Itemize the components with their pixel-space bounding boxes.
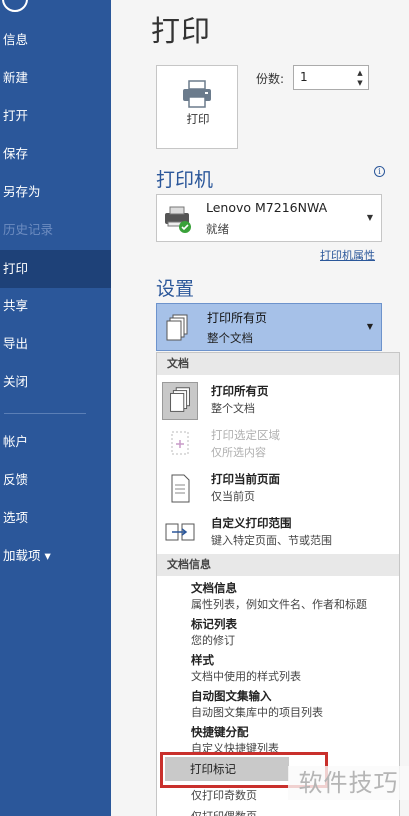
nav-feedback[interactable]: 反馈	[0, 461, 111, 499]
printer-ready-icon	[165, 206, 191, 233]
custom-range-icon	[165, 523, 195, 541]
copies-label: 份数:	[256, 72, 285, 86]
option-print-current-page[interactable]: 打印当前页面 仅当前页	[157, 467, 399, 511]
printer-dropdown[interactable]: Lenovo M7216NWA 就绪 ▼	[156, 194, 382, 242]
option-title: 自定义打印范围	[211, 516, 292, 530]
nav-account[interactable]: 帐户	[0, 423, 111, 461]
option-title: 仅打印偶数页	[191, 808, 257, 816]
group-header-document: 文档	[157, 353, 399, 375]
nav-new[interactable]: 新建	[0, 59, 111, 97]
print-pane: 打印 打印 份数: 1 ▲ ▼ 打印机 i Lenovo M7216NWA 就绪 …	[111, 0, 409, 816]
option-sub: 您的修订	[191, 634, 235, 647]
selected-range-sub: 整个文档	[207, 331, 253, 345]
chevron-down-icon: ▼	[366, 322, 373, 331]
option-title: 快捷键分配	[191, 725, 249, 739]
nav-save-as[interactable]: 另存为	[0, 173, 111, 211]
copies-value: 1	[300, 70, 308, 84]
nav-open[interactable]: 打开	[0, 97, 111, 135]
nav-close[interactable]: 关闭	[0, 363, 111, 401]
nav-print[interactable]: 打印	[0, 250, 111, 288]
nav-divider	[4, 413, 86, 414]
option-sub: 键入特定页面、节或范围	[211, 534, 332, 547]
print-button[interactable]: 打印	[156, 65, 238, 149]
option-print-selection: 打印选定区域 仅所选内容	[157, 423, 399, 467]
option-title: 文档信息	[191, 581, 237, 595]
selected-range-title: 打印所有页	[207, 311, 268, 325]
option-even-pages[interactable]: 仅打印偶数页	[157, 808, 399, 816]
backstage-sidebar: 信息 新建 打开 保存 另存为 历史记录 打印 共享 导出 关闭 帐户 反馈 选…	[0, 0, 111, 816]
page-title: 打印	[151, 14, 212, 48]
pages-icon	[166, 314, 188, 341]
option-title: 样式	[191, 653, 214, 667]
option-title: 打印所有页	[211, 384, 269, 398]
info-icon[interactable]: i	[374, 166, 385, 177]
printer-icon	[183, 80, 211, 108]
copies-stepper[interactable]: 1 ▲ ▼	[293, 65, 369, 90]
nav-save[interactable]: 保存	[0, 135, 111, 173]
option-sub: 仅所选内容	[211, 446, 266, 459]
chevron-down-icon: ▼	[366, 213, 373, 222]
option-custom-range[interactable]: 自定义打印范围 键入特定页面、节或范围	[157, 511, 399, 555]
print-button-label: 打印	[186, 112, 210, 126]
option-autotext[interactable]: 自动图文集输入 自动图文集库中的项目列表	[157, 686, 399, 722]
pages-icon	[162, 382, 198, 420]
nav-history: 历史记录	[3, 222, 54, 237]
option-markup-list[interactable]: 标记列表 您的修订	[157, 614, 399, 650]
watermark: 软件技巧	[288, 766, 409, 800]
nav-share[interactable]: 共享	[0, 287, 111, 325]
nav-options[interactable]: 选项	[0, 499, 111, 537]
option-sub: 整个文档	[211, 402, 255, 415]
group-header-document-info: 文档信息	[157, 554, 399, 576]
option-title: 仅打印奇数页	[191, 789, 257, 802]
option-styles[interactable]: 样式 文档中使用的样式列表	[157, 650, 399, 686]
spin-arrows-icon[interactable]: ▲ ▼	[355, 68, 365, 88]
print-range-menu: 文档 打印所有页 整个文档 打印选定区域 仅所选内容 打印当前页面 仅当前页 自…	[156, 352, 400, 816]
option-title: 自动图文集输入	[191, 689, 272, 703]
option-document-info[interactable]: 文档信息 属性列表，例如文件名、作者和标题	[157, 578, 399, 614]
settings-section-title: 设置	[156, 278, 195, 300]
nav-addins[interactable]: 加载项 ▾	[0, 537, 111, 575]
page-icon	[171, 474, 190, 503]
print-range-dropdown[interactable]: 打印所有页 整个文档 ▼	[156, 303, 382, 351]
option-title: 打印当前页面	[211, 472, 280, 486]
printer-section-title: 打印机	[156, 169, 214, 191]
back-arrow-icon[interactable]	[2, 0, 28, 12]
option-title: 打印选定区域	[211, 428, 280, 442]
printer-status: 就绪	[206, 222, 229, 236]
printer-name: Lenovo M7216NWA	[206, 200, 328, 215]
option-sub: 仅当前页	[211, 490, 255, 503]
nav-export[interactable]: 导出	[0, 325, 111, 363]
nav-info[interactable]: 信息	[0, 21, 111, 59]
option-print-all[interactable]: 打印所有页 整个文档	[157, 379, 399, 423]
selection-icon	[171, 431, 189, 455]
printer-properties-link[interactable]: 打印机属性	[320, 247, 375, 263]
option-sub: 自动图文集库中的项目列表	[191, 706, 323, 719]
option-title: 标记列表	[191, 617, 237, 631]
option-sub: 属性列表，例如文件名、作者和标题	[191, 598, 367, 611]
option-sub: 文档中使用的样式列表	[191, 670, 301, 683]
